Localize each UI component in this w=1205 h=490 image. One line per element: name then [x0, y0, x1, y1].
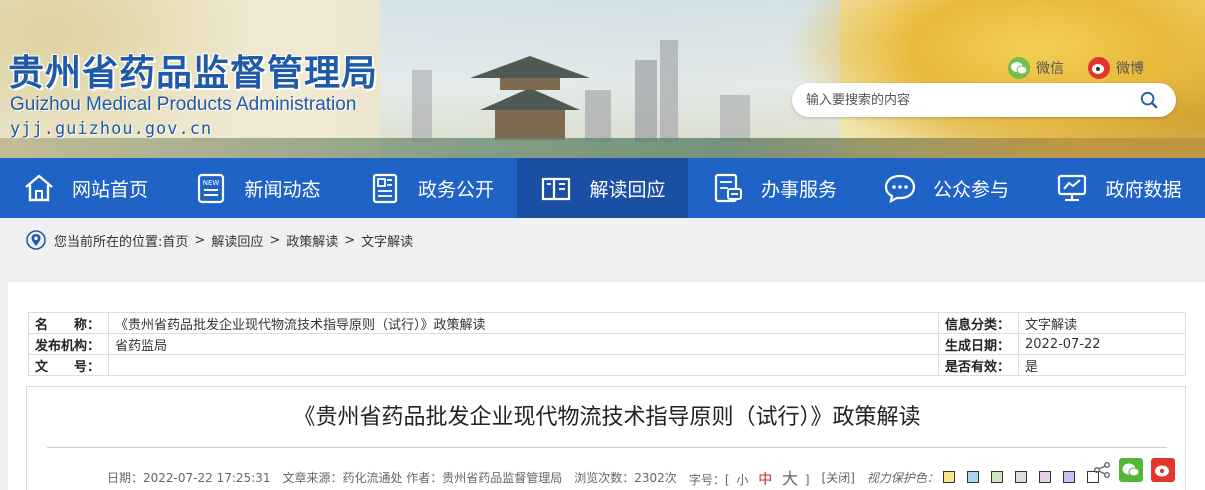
nav-label: 解读回应 [589, 178, 666, 201]
eye-protection-label: 视力保护色： [866, 470, 939, 485]
pavilion-body [495, 110, 565, 140]
site-title[interactable]: 贵州省药品监督管理局 [8, 44, 378, 96]
color-swatch[interactable] [942, 471, 955, 483]
meta-valid-label: 是否有效： [938, 354, 1019, 376]
pavilion-roof [470, 56, 590, 78]
breadcrumb-text[interactable]: 文字解读 [361, 231, 413, 250]
location-icon [26, 230, 46, 250]
title-divider [47, 447, 1167, 448]
breadcrumb-interpretation[interactable]: 解读回应 [211, 231, 263, 250]
banner-building [412, 70, 432, 142]
article-title: 《贵州省药品批发企业现代物流技术指导原则（试行）》政策解读 [293, 405, 921, 430]
meta-valid-value: 是 [1018, 354, 1186, 376]
banner-ground [0, 138, 1205, 158]
svg-text:NEW: NEW [203, 179, 220, 187]
nav-label: 政务公开 [417, 178, 494, 201]
nav-item-participation[interactable]: 公众参与 [860, 158, 1032, 218]
data-icon [1058, 174, 1087, 202]
article-panel: 《贵州省药品批发企业现代物流技术指导原则（试行）》政策解读 日期：2022-07… [26, 386, 1186, 490]
nav-item-home[interactable]: 网站首页 [0, 158, 170, 218]
breadcrumb-home[interactable]: 首页 [162, 231, 188, 250]
close-link[interactable]: [关闭] [822, 469, 855, 486]
pavilion-body [500, 78, 560, 90]
search-input[interactable] [806, 90, 1126, 110]
weibo-label: 微博 [1116, 61, 1144, 77]
open-gov-icon [372, 173, 398, 204]
font-small-button[interactable]: 小 [736, 473, 748, 487]
nav-label: 公众参与 [932, 178, 1009, 201]
article-views: 浏览次数：2302次 [574, 470, 677, 485]
table-row: 名 称： 《贵州省药品批发企业现代物流技术指导原则（试行）》政策解读 信息分类：… [28, 312, 1186, 334]
meta-date-label: 生成日期： [938, 333, 1019, 355]
color-swatch[interactable] [966, 471, 979, 483]
nav-label: 新闻动态 [244, 178, 321, 201]
font-medium-button[interactable]: 中 [758, 472, 772, 488]
wechat-label: 微信 [1036, 61, 1064, 77]
meta-category-label: 信息分类： [938, 312, 1019, 334]
nav-label: 政府数据 [1105, 178, 1182, 201]
breadcrumb-separator: > [269, 232, 281, 248]
search-box [792, 83, 1176, 117]
breadcrumb-separator: > [194, 232, 206, 248]
article-source: 文章来源：药化流通处 作者：贵州省药品监督管理局 [282, 470, 563, 485]
document-meta-table: 名 称： 《贵州省药品批发企业现代物流技术指导原则（试行）》政策解读 信息分类：… [28, 312, 1186, 376]
meta-org-label: 发布机构： [28, 333, 109, 355]
nav-label: 网站首页 [71, 178, 148, 201]
meta-org-value: 省药监局 [108, 333, 939, 355]
nav-item-data[interactable]: 政府数据 [1032, 158, 1205, 218]
banner-foliage-right [785, 0, 1205, 158]
eye-protection-swatches [942, 471, 1111, 483]
service-icon [714, 173, 742, 203]
search-icon[interactable] [1140, 91, 1158, 109]
wechat-icon [1008, 57, 1030, 79]
color-swatch[interactable] [1038, 471, 1051, 483]
banner-building [720, 95, 750, 142]
site-domain: yjj.guizhou.gov.cn [10, 119, 213, 139]
nav-item-news[interactable]: NEW 新闻动态 [170, 158, 345, 218]
nav-item-services[interactable]: 办事服务 [688, 158, 860, 218]
content-area: 名 称： 《贵州省药品批发企业现代物流技术指导原则（试行）》政策解读 信息分类：… [8, 282, 1205, 490]
wechat-link[interactable]: 微信 [1008, 57, 1064, 79]
meta-category-value: 文字解读 [1018, 312, 1186, 334]
share-icon[interactable] [1093, 458, 1111, 482]
weibo-link[interactable]: 微博 [1088, 57, 1144, 79]
breadcrumb-policy[interactable]: 政策解读 [286, 231, 338, 250]
banner-building [660, 40, 678, 142]
meta-doc-label: 文 号： [28, 354, 109, 376]
main-nav: 网站首页 NEW 新闻动态 政务公开 解读回应 办事服务 公众参与 政府数据 [0, 158, 1205, 218]
table-row: 文 号： 是否有效： 是 [28, 354, 1186, 376]
site-title-en: Guizhou Medical Products Administration [10, 94, 357, 115]
breadcrumb-separator: > [344, 232, 356, 248]
meta-name-value: 《贵州省药品批发企业现代物流技术指导原则（试行）》政策解读 [108, 312, 939, 334]
weibo-icon [1088, 57, 1110, 79]
font-size-prefix: 字号：[ [688, 473, 730, 487]
table-row: 发布机构： 省药监局 生成日期： 2022-07-22 [28, 333, 1186, 355]
chat-icon [884, 174, 916, 203]
font-size-control: 字号：[ 小 中 大 ] [689, 465, 810, 489]
header-banner: 贵州省药品监督管理局 Guizhou Medical Products Admi… [0, 0, 1205, 158]
share-weibo-icon[interactable] [1151, 458, 1175, 482]
font-large-button[interactable]: 大 [782, 469, 798, 488]
meta-date-value: 2022-07-22 [1018, 333, 1186, 355]
meta-doc-value [108, 354, 939, 376]
nav-item-open-gov[interactable]: 政务公开 [345, 158, 517, 218]
color-swatch[interactable] [1062, 471, 1075, 483]
breadcrumb: 您当前所在的位置: 首页 > 解读回应 > 政策解读 > 文字解读 [0, 218, 1205, 262]
nav-label: 办事服务 [760, 178, 837, 201]
article-date: 日期：2022-07-22 17:25:31 [107, 470, 271, 485]
color-swatch[interactable] [990, 471, 1003, 483]
banner-building [635, 60, 657, 142]
pavilion-roof [480, 88, 580, 110]
book-icon [542, 177, 571, 201]
font-size-suffix: ] [804, 473, 810, 487]
nav-item-interpretation[interactable]: 解读回应 [517, 158, 688, 218]
news-icon: NEW [198, 173, 225, 204]
article-info-bar: 日期：2022-07-22 17:25:31 文章来源：药化流通处 作者：贵州省… [107, 465, 1111, 489]
breadcrumb-prefix: 您当前所在的位置: [54, 234, 163, 250]
home-icon [25, 174, 53, 202]
meta-name-label: 名 称： [28, 312, 109, 334]
banner-building [585, 90, 611, 142]
share-wechat-icon[interactable] [1119, 458, 1143, 482]
color-swatch[interactable] [1014, 471, 1027, 483]
